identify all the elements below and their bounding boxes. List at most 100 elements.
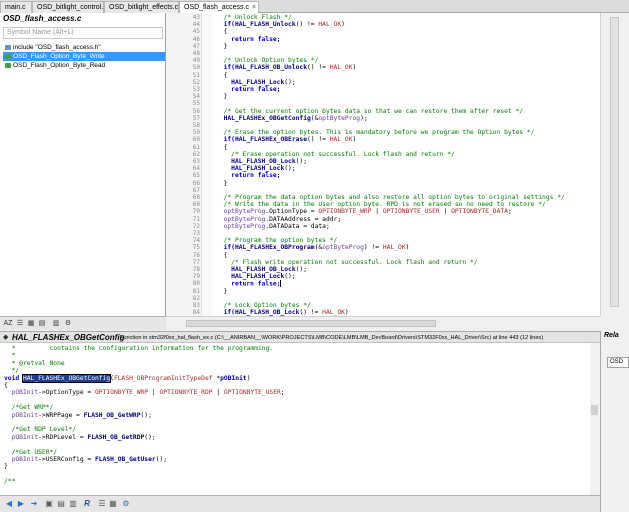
code-token: pOBInit <box>4 456 39 463</box>
symbol-label: include "OSD_flash_access.h" <box>13 44 101 51</box>
context-code-line: /** <box>4 478 15 485</box>
scrollbar-thumb[interactable] <box>610 17 619 307</box>
line-number: 77 <box>192 258 200 266</box>
jump-icon[interactable]: ➜ <box>29 499 39 509</box>
line-number: 70 <box>192 208 200 216</box>
code-line: /* Get the current option bytes data so … <box>216 108 524 115</box>
code-token: /* Erase operation not successful. Lock … <box>216 150 455 158</box>
scrollbar-thumb[interactable] <box>186 320 436 327</box>
line-number: 66 <box>192 179 200 187</box>
list-icon[interactable]: ☰ <box>97 499 107 509</box>
scrollbar-thumb[interactable] <box>591 405 598 415</box>
code-token: ; <box>280 389 285 397</box>
line-number: 51 <box>192 71 200 79</box>
settings-icon[interactable]: ⚙ <box>63 319 73 329</box>
context-vertical-scrollbar[interactable] <box>590 343 600 495</box>
code-token: ) <box>341 21 345 29</box>
tab-label: OSD_flash_access.c <box>184 4 249 11</box>
code-token: void <box>4 374 23 382</box>
book-icon[interactable]: ▥ <box>51 319 61 329</box>
include-icon <box>5 45 11 50</box>
symbol-list-item[interactable]: include "OSD_flash_access.h" <box>3 43 165 52</box>
context-code-line: void HAL_FLASHEx_OBGetConfig(FLASH_OBPro… <box>4 373 250 383</box>
code-token: * contains the configuration information… <box>4 345 274 352</box>
tab-label: OSD_bitlight_control.c <box>37 4 104 11</box>
line-number: 81 <box>192 287 200 295</box>
print-icon[interactable]: ▥ <box>68 499 78 509</box>
symbol-list: include "OSD_flash_access.h" OSD_Flash_Op… <box>3 43 165 70</box>
code-token: ; <box>507 208 512 216</box>
code-token: /** <box>4 478 16 486</box>
code-token: optByteProg <box>322 244 364 252</box>
tab-3[interactable]: OSD_flash_access.c × <box>179 1 259 13</box>
references-icon[interactable]: R <box>82 499 92 509</box>
context-code-line: * contains the configuration information… <box>4 345 274 352</box>
symbol-list-item[interactable]: OSD_Flash_Option_Byte_Write <box>3 52 165 61</box>
code-line: HAL_FLASH_OB_Lock(); <box>216 266 307 273</box>
code-token: * <box>212 374 221 382</box>
code-token: return false; <box>216 86 281 93</box>
symbol-list-item[interactable]: OSD_Flash_Option_Byte_Read <box>3 61 165 70</box>
editor-vertical-scrollbar[interactable] <box>600 13 629 316</box>
tab-2[interactable]: OSD_bitlight_effects.c <box>104 1 179 13</box>
line-number: 45 <box>192 28 200 36</box>
code-token: ->USERConfig = <box>38 456 95 463</box>
line-number: 56 <box>192 107 200 115</box>
code-editor[interactable]: 43 44 45 46 47 48 49 50 51 52 53 54 55 56 57 58 59 60 61 62… <box>166 13 600 323</box>
lock-icon[interactable]: ▣ <box>44 499 54 509</box>
editor-horizontal-scrollbar[interactable] <box>166 316 600 330</box>
code-token: HAL_FLASH_Lock <box>231 78 285 86</box>
code-token: /* Unlock Flash */ <box>216 14 292 21</box>
context-symbol-info: Function in stm32f0xx_hal_flash_ex.c (C:… <box>120 335 544 341</box>
context-code-line: pOBInit->RDPLevel = FLASH_OB_GetRDP(); <box>4 434 156 441</box>
code-token: /*Get RDP Level*/ <box>4 426 77 434</box>
line-number: 80 <box>192 280 200 288</box>
code-token: ) <box>352 136 357 144</box>
code-token: ) != <box>363 244 383 252</box>
code-token: return false; <box>216 35 281 43</box>
code-token: ->RDPLevel = <box>38 433 88 441</box>
code-line: optByteProg.OptionType = OPTIONBYTE_WRP … <box>216 208 512 215</box>
code-line: if(HAL_FLASHEx_OBErase() != HAL_OK) <box>216 136 357 144</box>
text-cursor <box>280 280 282 288</box>
function-context-icon: ◆ <box>3 334 9 341</box>
forward-icon[interactable]: ▶ <box>16 499 26 509</box>
code-line: return false; <box>216 36 280 43</box>
code-token: | <box>439 208 452 216</box>
code-token: HAL_FLASH_Lock <box>231 273 285 281</box>
line-number: 58 <box>192 122 200 129</box>
tab-0[interactable]: main.c <box>0 1 32 13</box>
sort-alpha-icon[interactable]: AZ <box>3 319 13 329</box>
code-token: FLASH_OBProgramInitTypeDef <box>113 374 213 382</box>
code-token: } <box>216 93 228 101</box>
context-code-line: */ <box>4 367 20 374</box>
code-token: ); <box>360 114 368 122</box>
code-token: { <box>216 251 228 259</box>
tab-1[interactable]: OSD_bitlight_control.c <box>32 1 104 13</box>
close-icon[interactable]: × <box>252 4 256 11</box>
grid-view-icon[interactable]: ▦ <box>26 319 36 329</box>
function-icon <box>5 63 11 68</box>
list-view-icon[interactable]: ☰ <box>15 319 25 329</box>
code-line: { <box>216 72 228 79</box>
symbol-search-input[interactable]: Symbol Name (Alt+L) <box>3 27 163 39</box>
back-icon[interactable]: ◀ <box>4 499 14 509</box>
relation-item[interactable]: OSD <box>607 357 629 368</box>
code-token: optByteProg <box>318 114 361 122</box>
filter-icon[interactable]: ▤ <box>37 319 47 329</box>
context-window-toolbar: ◀ ▶ ➜ ▣ ▤ ▥ R ☰ ▦ ⚙ <box>0 495 600 512</box>
context-code-line: } <box>4 463 8 470</box>
book-icon[interactable]: ▦ <box>108 499 118 509</box>
code-token: /* Program the data option bytes and als… <box>216 194 565 201</box>
code-token: } <box>216 287 228 295</box>
context-window-code[interactable]: * contains the configuration information… <box>0 343 600 495</box>
code-token: .OptionType = <box>265 208 319 216</box>
code-token: { <box>216 28 228 36</box>
save-icon[interactable]: ▤ <box>56 499 66 509</box>
code-token: /* Flash write operation not successful.… <box>216 258 478 266</box>
code-line: } <box>216 287 228 295</box>
code-line: HAL_FLASH_OB_Lock(); <box>216 158 307 165</box>
fold-column <box>202 13 212 316</box>
settings-icon[interactable]: ⚙ <box>121 499 131 509</box>
